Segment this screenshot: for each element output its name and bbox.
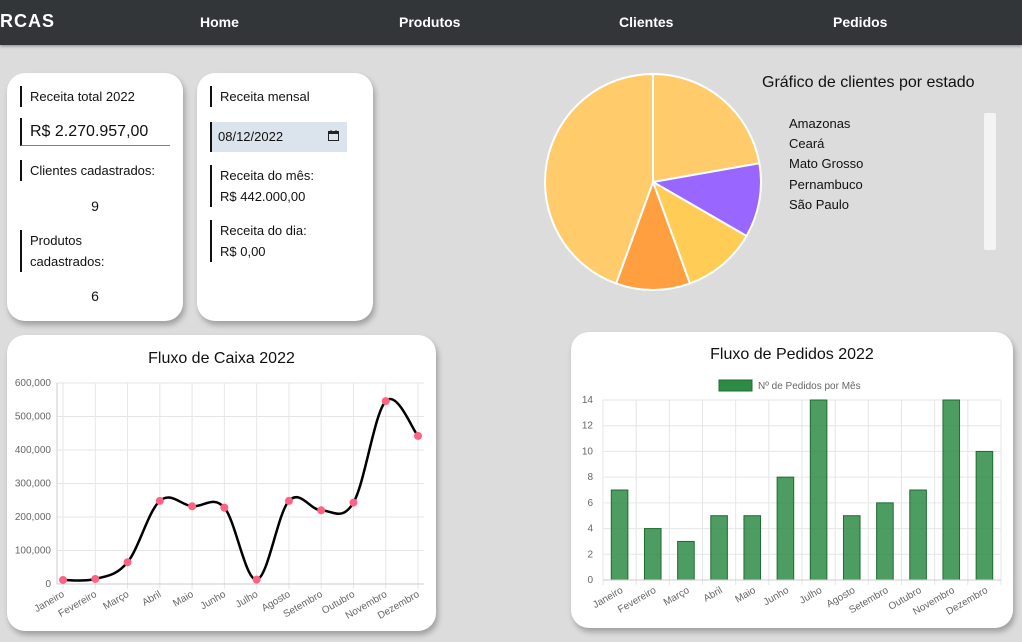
line-point-9 (349, 498, 358, 507)
produtos-value: 6 (91, 288, 99, 304)
line-ytick-2: 200,000 (15, 512, 52, 523)
bar-ytick-5: 10 (582, 446, 594, 457)
top-nav: RCAS Home Produtos Clientes Pedidos (0, 0, 1022, 45)
receita-mes: Receita do mês: R$ 442.000,00 (210, 165, 314, 207)
bar-ytick-6: 12 (582, 421, 594, 432)
clientes-value: 9 (91, 198, 99, 214)
bar-xtick-4: Maio (733, 585, 758, 606)
line-point-11 (414, 431, 422, 440)
bar-ytick-4: 8 (587, 472, 593, 483)
line-point-0 (59, 575, 67, 584)
nav-home[interactable]: Home (200, 14, 239, 30)
produtos-label-line1: Produtos (30, 233, 83, 248)
nav-produtos[interactable]: Produtos (399, 14, 460, 30)
bar-3 (710, 515, 728, 581)
line-xtick-5: Junho (199, 589, 228, 612)
orders-chart: 02468101214Nº de Pedidos por MêsJaneiroF… (582, 379, 1002, 618)
line-xtick-6: Julho (234, 589, 261, 611)
cash-flow-chart: 0 100,000 200,000 300,000 400,000 500,000 600,… (15, 378, 424, 622)
stats-card (7, 73, 183, 321)
bar-xtick-6: Julho (798, 585, 825, 607)
pie-legend-ceara[interactable]: Ceará (789, 136, 824, 151)
line-xtick-2: Março (101, 589, 131, 613)
line-ytick-6: 600,000 (15, 378, 52, 389)
legend-scrollbar[interactable] (984, 113, 996, 250)
pie-legend-sao-paulo[interactable]: São Paulo (789, 197, 849, 212)
bar-xtick-2: Março (662, 585, 692, 609)
line-point-2 (123, 558, 132, 567)
bar-legend-label: Nº de Pedidos por Mês (758, 381, 861, 392)
bar-1 (643, 528, 662, 581)
bar-10 (942, 399, 961, 581)
nav-clientes[interactable]: Clientes (619, 14, 673, 30)
pie-legend-amazonas[interactable]: Amazonas (789, 116, 850, 131)
line-point-1 (91, 574, 100, 583)
bar-ytick-3: 6 (587, 498, 593, 509)
date-input[interactable]: 08/12/2022 (210, 122, 347, 152)
receita-mensal-title: Receita mensal (210, 86, 310, 107)
bar-6 (809, 399, 828, 581)
receita-total-value: R$ 2.270.957,00 (20, 118, 170, 146)
bar-xtick-5: Junho (762, 585, 791, 608)
bar-ytick-1: 2 (587, 549, 593, 560)
line-point-3 (155, 496, 164, 505)
receita-total-label: Receita total 2022 (20, 86, 135, 107)
line-xtick-4: Maio (171, 589, 196, 610)
calendar-icon[interactable] (328, 130, 339, 141)
line-xtick-3: Abril (140, 589, 163, 609)
pie-legend-pernambuco[interactable]: Pernambuco (789, 177, 863, 192)
bar-legend-swatch (718, 379, 753, 392)
line-point-6 (252, 575, 261, 584)
produtos-label-line2: cadastrados: (30, 254, 105, 269)
pie-chart (544, 72, 762, 291)
pie-legend-mato-grosso[interactable]: Mato Grosso (789, 156, 863, 171)
bar-9 (909, 489, 927, 581)
line-point-7 (284, 496, 293, 505)
line-ytick-0: 0 (45, 579, 51, 590)
line-ytick-3: 300,000 (15, 479, 52, 490)
receita-dia-value: R$ 0,00 (220, 244, 266, 259)
receita-dia: Receita do dia: R$ 0,00 (210, 220, 307, 262)
pie-title: Gráfico de clientes por estado (762, 74, 975, 91)
bar-4 (743, 515, 762, 581)
receita-mes-label: Receita do mês: (220, 168, 314, 183)
bar-5 (776, 476, 795, 581)
line-ytick-4: 400,000 (15, 445, 52, 456)
bar-ytick-7: 14 (582, 395, 594, 406)
clientes-label: Clientes cadastrados: (20, 160, 155, 181)
bar-xtick-1: Fevereiro (616, 585, 658, 616)
receita-mes-value: R$ 442.000,00 (220, 189, 306, 204)
bar-0 (610, 489, 629, 581)
line-point-10 (381, 397, 390, 406)
line-point-5 (220, 503, 229, 512)
nav-pedidos[interactable]: Pedidos (833, 14, 887, 30)
bar-xtick-3: Abril (702, 585, 725, 605)
logo[interactable]: RCAS (0, 11, 55, 32)
line-series (62, 397, 420, 582)
line-point-8 (317, 506, 326, 515)
bar-11 (975, 450, 994, 581)
date-value: 08/12/2022 (218, 129, 284, 144)
bar-ytick-2: 4 (587, 524, 593, 535)
produtos-label: Produtos cadastrados: (20, 230, 104, 272)
line-point-4 (188, 502, 197, 511)
bar-7 (842, 515, 861, 581)
receita-dia-label: Receita do dia: (220, 223, 307, 238)
line-ytick-5: 500,000 (15, 412, 52, 423)
line-ytick-1: 100,000 (15, 546, 52, 557)
bar-2 (677, 540, 695, 581)
bar-8 (876, 502, 894, 581)
bar-ytick-0: 0 (587, 575, 593, 586)
